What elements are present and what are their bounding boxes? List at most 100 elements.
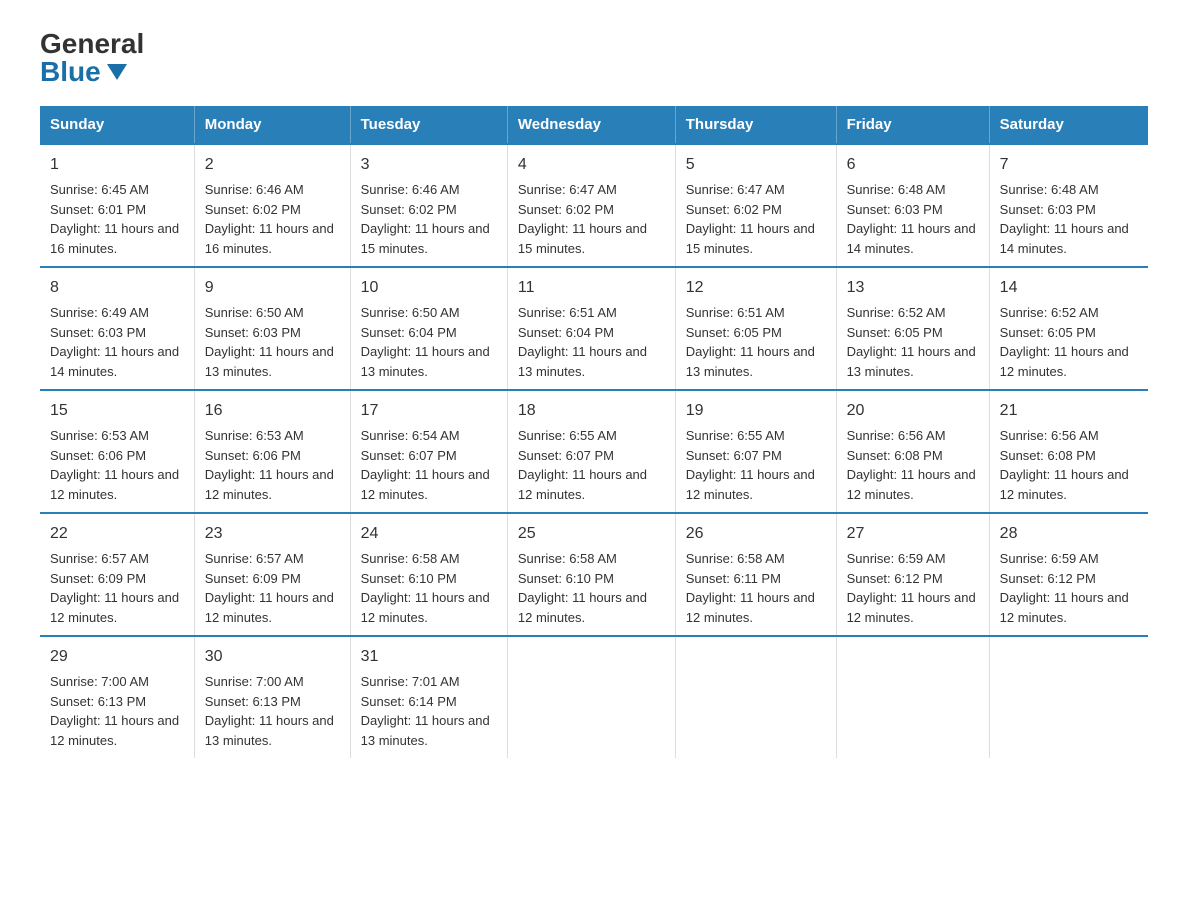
calendar-cell: [989, 636, 1148, 758]
day-info: Sunrise: 6:57 AMSunset: 6:09 PMDaylight:…: [205, 549, 340, 627]
calendar-cell: [507, 636, 675, 758]
calendar-cell: 30 Sunrise: 7:00 AMSunset: 6:13 PMDayligh…: [194, 636, 350, 758]
day-number: 20: [847, 399, 979, 423]
page-header: General Blue: [40, 30, 1148, 86]
col-header-friday: Friday: [836, 106, 989, 144]
calendar-cell: 18 Sunrise: 6:55 AMSunset: 6:07 PMDayligh…: [507, 390, 675, 513]
day-number: 26: [686, 522, 826, 546]
calendar-cell: 3 Sunrise: 6:46 AMSunset: 6:02 PMDaylight…: [350, 144, 507, 267]
logo: General Blue: [40, 30, 144, 86]
calendar-cell: 4 Sunrise: 6:47 AMSunset: 6:02 PMDaylight…: [507, 144, 675, 267]
day-number: 10: [361, 276, 497, 300]
calendar-cell: 13 Sunrise: 6:52 AMSunset: 6:05 PMDayligh…: [836, 267, 989, 390]
calendar-cell: 2 Sunrise: 6:46 AMSunset: 6:02 PMDaylight…: [194, 144, 350, 267]
day-number: 29: [50, 645, 184, 669]
day-number: 25: [518, 522, 665, 546]
calendar-cell: 1Sunrise: 6:45 AMSunset: 6:01 PMDaylight…: [40, 144, 194, 267]
col-header-wednesday: Wednesday: [507, 106, 675, 144]
day-number: 12: [686, 276, 826, 300]
calendar-week-row: 8 Sunrise: 6:49 AMSunset: 6:03 PMDaylight…: [40, 267, 1148, 390]
day-number: 22: [50, 522, 184, 546]
day-info: Sunrise: 6:47 AMSunset: 6:02 PMDaylight:…: [686, 180, 826, 258]
day-number: 2: [205, 153, 340, 177]
day-number: 13: [847, 276, 979, 300]
day-info: Sunrise: 6:59 AMSunset: 6:12 PMDaylight:…: [1000, 549, 1138, 627]
day-number: 11: [518, 276, 665, 300]
calendar-cell: 29 Sunrise: 7:00 AMSunset: 6:13 PMDayligh…: [40, 636, 194, 758]
calendar-table: SundayMondayTuesdayWednesdayThursdayFrid…: [40, 106, 1148, 758]
calendar-cell: 26 Sunrise: 6:58 AMSunset: 6:11 PMDayligh…: [675, 513, 836, 636]
day-info: Sunrise: 6:55 AMSunset: 6:07 PMDaylight:…: [686, 426, 826, 504]
day-info: Sunrise: 6:56 AMSunset: 6:08 PMDaylight:…: [847, 426, 979, 504]
day-number: 31: [361, 645, 497, 669]
calendar-cell: 6 Sunrise: 6:48 AMSunset: 6:03 PMDaylight…: [836, 144, 989, 267]
calendar-cell: 11 Sunrise: 6:51 AMSunset: 6:04 PMDayligh…: [507, 267, 675, 390]
calendar-cell: 12Sunrise: 6:51 AMSunset: 6:05 PMDayligh…: [675, 267, 836, 390]
day-info: Sunrise: 6:53 AMSunset: 6:06 PMDaylight:…: [205, 426, 340, 504]
calendar-week-row: 22 Sunrise: 6:57 AMSunset: 6:09 PMDayligh…: [40, 513, 1148, 636]
calendar-cell: 16Sunrise: 6:53 AMSunset: 6:06 PMDayligh…: [194, 390, 350, 513]
col-header-thursday: Thursday: [675, 106, 836, 144]
calendar-cell: 20 Sunrise: 6:56 AMSunset: 6:08 PMDayligh…: [836, 390, 989, 513]
day-info: Sunrise: 6:56 AMSunset: 6:08 PMDaylight:…: [1000, 426, 1138, 504]
day-number: 30: [205, 645, 340, 669]
calendar-week-row: 15 Sunrise: 6:53 AMSunset: 6:06 PMDayligh…: [40, 390, 1148, 513]
day-number: 4: [518, 153, 665, 177]
day-info: Sunrise: 6:52 AMSunset: 6:05 PMDaylight:…: [1000, 303, 1138, 381]
day-info: Sunrise: 7:01 AMSunset: 6:14 PMDaylight:…: [361, 672, 497, 750]
col-header-monday: Monday: [194, 106, 350, 144]
day-info: Sunrise: 6:58 AMSunset: 6:11 PMDaylight:…: [686, 549, 826, 627]
day-number: 18: [518, 399, 665, 423]
calendar-header-row: SundayMondayTuesdayWednesdayThursdayFrid…: [40, 106, 1148, 144]
calendar-cell: 19 Sunrise: 6:55 AMSunset: 6:07 PMDayligh…: [675, 390, 836, 513]
calendar-cell: [675, 636, 836, 758]
day-number: 1: [50, 153, 184, 177]
col-header-tuesday: Tuesday: [350, 106, 507, 144]
day-info: Sunrise: 6:50 AMSunset: 6:04 PMDaylight:…: [361, 303, 497, 381]
calendar-cell: 8 Sunrise: 6:49 AMSunset: 6:03 PMDaylight…: [40, 267, 194, 390]
calendar-cell: 28 Sunrise: 6:59 AMSunset: 6:12 PMDayligh…: [989, 513, 1148, 636]
day-number: 24: [361, 522, 497, 546]
day-info: Sunrise: 6:46 AMSunset: 6:02 PMDaylight:…: [205, 180, 340, 258]
day-number: 14: [1000, 276, 1138, 300]
calendar-cell: 9Sunrise: 6:50 AMSunset: 6:03 PMDaylight…: [194, 267, 350, 390]
day-info: Sunrise: 6:55 AMSunset: 6:07 PMDaylight:…: [518, 426, 665, 504]
day-info: Sunrise: 6:49 AMSunset: 6:03 PMDaylight:…: [50, 303, 184, 381]
day-number: 8: [50, 276, 184, 300]
calendar-week-row: 29 Sunrise: 7:00 AMSunset: 6:13 PMDayligh…: [40, 636, 1148, 758]
day-number: 17: [361, 399, 497, 423]
logo-blue-text: Blue: [40, 58, 127, 86]
calendar-cell: 25Sunrise: 6:58 AMSunset: 6:10 PMDayligh…: [507, 513, 675, 636]
col-header-saturday: Saturday: [989, 106, 1148, 144]
calendar-cell: 15 Sunrise: 6:53 AMSunset: 6:06 PMDayligh…: [40, 390, 194, 513]
day-number: 28: [1000, 522, 1138, 546]
calendar-cell: 27 Sunrise: 6:59 AMSunset: 6:12 PMDayligh…: [836, 513, 989, 636]
col-header-sunday: Sunday: [40, 106, 194, 144]
day-info: Sunrise: 6:48 AMSunset: 6:03 PMDaylight:…: [847, 180, 979, 258]
day-info: Sunrise: 6:53 AMSunset: 6:06 PMDaylight:…: [50, 426, 184, 504]
day-info: Sunrise: 6:59 AMSunset: 6:12 PMDaylight:…: [847, 549, 979, 627]
day-info: Sunrise: 7:00 AMSunset: 6:13 PMDaylight:…: [205, 672, 340, 750]
calendar-cell: 14 Sunrise: 6:52 AMSunset: 6:05 PMDayligh…: [989, 267, 1148, 390]
day-info: Sunrise: 6:47 AMSunset: 6:02 PMDaylight:…: [518, 180, 665, 258]
day-number: 27: [847, 522, 979, 546]
day-number: 19: [686, 399, 826, 423]
day-info: Sunrise: 6:57 AMSunset: 6:09 PMDaylight:…: [50, 549, 184, 627]
calendar-cell: 31 Sunrise: 7:01 AMSunset: 6:14 PMDayligh…: [350, 636, 507, 758]
day-number: 23: [205, 522, 340, 546]
day-number: 9: [205, 276, 340, 300]
calendar-week-row: 1Sunrise: 6:45 AMSunset: 6:01 PMDaylight…: [40, 144, 1148, 267]
calendar-cell: 23 Sunrise: 6:57 AMSunset: 6:09 PMDayligh…: [194, 513, 350, 636]
logo-triangle-icon: [107, 64, 127, 80]
day-number: 15: [50, 399, 184, 423]
day-info: Sunrise: 6:52 AMSunset: 6:05 PMDaylight:…: [847, 303, 979, 381]
day-number: 6: [847, 153, 979, 177]
day-number: 5: [686, 153, 826, 177]
day-info: Sunrise: 6:46 AMSunset: 6:02 PMDaylight:…: [361, 180, 497, 258]
day-number: 21: [1000, 399, 1138, 423]
day-number: 3: [361, 153, 497, 177]
day-info: Sunrise: 6:51 AMSunset: 6:04 PMDaylight:…: [518, 303, 665, 381]
day-info: Sunrise: 7:00 AMSunset: 6:13 PMDaylight:…: [50, 672, 184, 750]
calendar-cell: 22 Sunrise: 6:57 AMSunset: 6:09 PMDayligh…: [40, 513, 194, 636]
calendar-cell: 5 Sunrise: 6:47 AMSunset: 6:02 PMDaylight…: [675, 144, 836, 267]
